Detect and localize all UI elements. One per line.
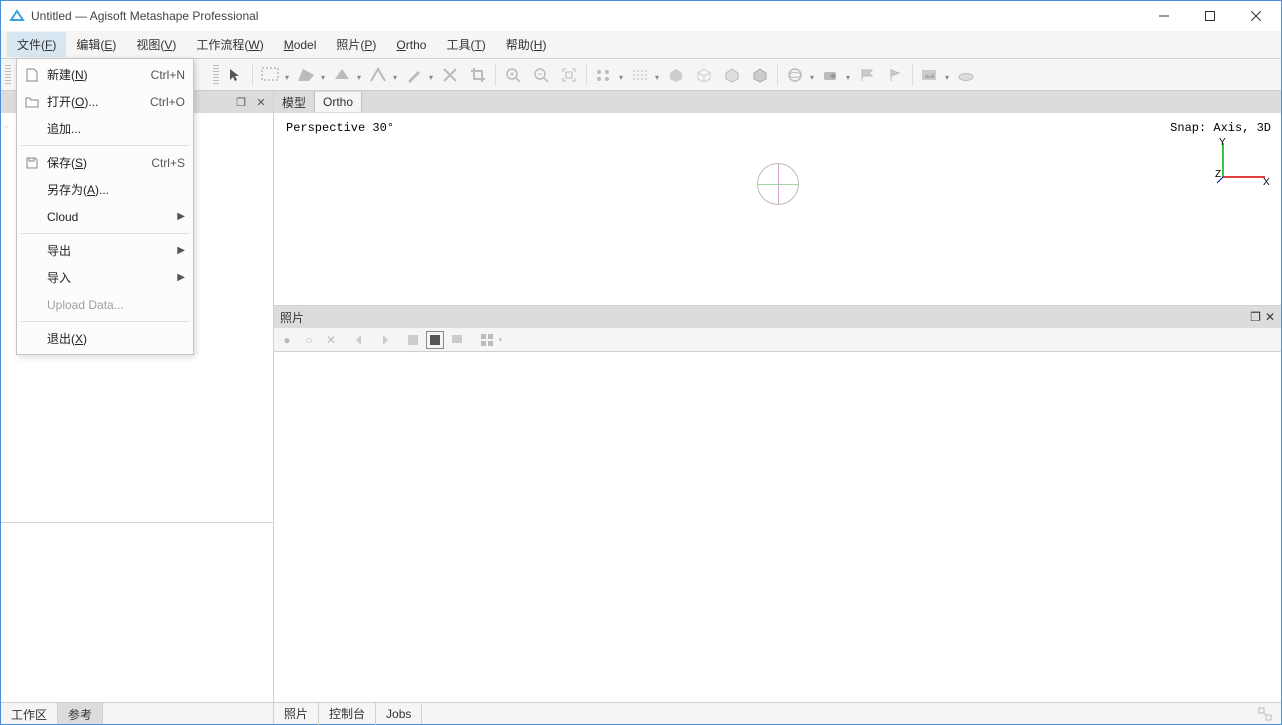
title-bar: Untitled — Agisoft Metashape Professiona…	[1, 1, 1281, 31]
status-tab-console[interactable]: 控制台	[319, 702, 376, 725]
menu-item-exit[interactable]: 退出(X)	[17, 325, 193, 352]
remove-button[interactable]: ✕	[322, 331, 340, 349]
view-solid-button[interactable]	[662, 61, 690, 89]
open-folder-icon	[23, 94, 41, 110]
window-title: Untitled — Agisoft Metashape Professiona…	[31, 9, 1141, 23]
ruler-tool-button[interactable]: ▾	[364, 61, 392, 89]
crop-button[interactable]	[464, 61, 492, 89]
show-mask-button[interactable]	[426, 331, 444, 349]
maximize-button[interactable]	[1187, 1, 1233, 31]
show-flag-button[interactable]	[881, 61, 909, 89]
menu-edit[interactable]: 编辑(E)	[66, 32, 126, 57]
menu-bar: 文件(F) 编辑(E) 视图(V) 工作流程(W) Model 照片(P) Or…	[1, 31, 1281, 59]
menu-ortho[interactable]: Ortho	[386, 34, 436, 56]
svg-text:Z: Z	[1215, 169, 1221, 180]
thumb-size-button[interactable]: ▾	[478, 331, 496, 349]
trackball-icon	[757, 163, 799, 205]
right-area: 模型 Ortho Perspective 30° Snap: Axis, 3D …	[274, 91, 1281, 702]
menu-tools[interactable]: 工具(T)	[436, 32, 495, 57]
minimize-button[interactable]	[1141, 1, 1187, 31]
window-controls	[1141, 1, 1279, 31]
mask-button[interactable]	[404, 331, 422, 349]
enable-button[interactable]: ●	[278, 331, 296, 349]
toolbar-grip[interactable]	[5, 65, 11, 85]
disable-button[interactable]: ○	[300, 331, 318, 349]
panel-close-button[interactable]: ✕	[253, 94, 269, 110]
show-globe-button[interactable]: ▾	[781, 61, 809, 89]
menu-item-saveas[interactable]: 另存为(A)...	[17, 176, 193, 203]
toolbar-grip[interactable]	[213, 65, 219, 85]
shape-tool-button[interactable]: ▾	[292, 61, 320, 89]
menu-item-upload: Upload Data...	[17, 291, 193, 318]
menu-item-new[interactable]: 新建(N) Ctrl+N	[17, 61, 193, 88]
menu-view[interactable]: 视图(V)	[126, 32, 186, 57]
snap-label: Snap: Axis, 3D	[1170, 121, 1271, 135]
panel-close-button[interactable]: ✕	[1265, 310, 1275, 324]
rotate-l-button[interactable]	[352, 331, 370, 349]
view-dense-button[interactable]: ▾	[626, 61, 654, 89]
select-rect-button[interactable]: ▾	[256, 61, 284, 89]
zoom-in-button[interactable]	[499, 61, 527, 89]
tab-ortho[interactable]: Ortho	[315, 92, 362, 112]
menu-item-append[interactable]: 追加...	[17, 115, 193, 142]
view-points-button[interactable]: ▾	[590, 61, 618, 89]
photos-panel-header: 照片 ❐ ✕	[274, 306, 1281, 328]
new-file-icon	[23, 67, 41, 83]
status-tab-jobs[interactable]: Jobs	[376, 704, 422, 724]
region-tool-button[interactable]: ▾	[328, 61, 356, 89]
show-cameras-button[interactable]: ▾	[817, 61, 845, 89]
photos-panel: 照片 ❐ ✕ ● ○ ✕ ▾	[274, 305, 1281, 702]
photos-title: 照片	[280, 309, 304, 326]
draw-tool-button[interactable]: ▾	[400, 61, 428, 89]
show-images-button[interactable]: ▾	[916, 61, 944, 89]
pointer-tool-button[interactable]	[221, 61, 249, 89]
menu-workflow[interactable]: 工作流程(W)	[186, 32, 273, 57]
zoom-out-button[interactable]	[527, 61, 555, 89]
photos-toolbar: ● ○ ✕ ▾	[274, 328, 1281, 352]
viewport-3d[interactable]: Perspective 30° Snap: Axis, 3D Y X Z	[274, 113, 1281, 305]
app-icon	[9, 8, 25, 24]
perspective-label: Perspective 30°	[286, 121, 394, 135]
status-tab-photos[interactable]: 照片	[274, 702, 319, 725]
menu-item-open[interactable]: 打开(O)... Ctrl+O	[17, 88, 193, 115]
fit-view-button[interactable]	[555, 61, 583, 89]
svg-text:X: X	[1263, 177, 1270, 185]
menu-help[interactable]: 帮助(H)	[496, 32, 557, 57]
panel-float-button[interactable]: ❐	[1250, 310, 1261, 324]
reset-mask-button[interactable]	[448, 331, 466, 349]
status-tab-workspace[interactable]: 工作区	[1, 703, 58, 724]
view-shaded-button[interactable]	[718, 61, 746, 89]
view-wire-button[interactable]	[690, 61, 718, 89]
axes-gizmo: Y X Z	[1215, 137, 1271, 185]
tab-model[interactable]: 模型	[274, 91, 315, 114]
show-markers-button[interactable]	[853, 61, 881, 89]
menu-item-save[interactable]: 保存(S) Ctrl+S	[17, 149, 193, 176]
menu-model[interactable]: Model	[274, 34, 327, 56]
save-icon	[23, 155, 41, 171]
left-bottom-area	[1, 522, 273, 702]
status-tab-reference[interactable]: 参考	[58, 703, 103, 724]
delete-sel-button[interactable]	[436, 61, 464, 89]
status-icon	[1257, 706, 1273, 722]
close-button[interactable]	[1233, 1, 1279, 31]
status-bar: 工作区 参考 照片 控制台 Jobs	[1, 702, 1281, 724]
view-textured-button[interactable]	[746, 61, 774, 89]
viewport-tabs: 模型 Ortho	[274, 91, 1281, 113]
svg-text:Y: Y	[1219, 137, 1226, 148]
show-grid-button[interactable]	[952, 61, 980, 89]
menu-photo[interactable]: 照片(P)	[326, 32, 386, 57]
photos-list[interactable]	[274, 352, 1281, 702]
menu-item-export[interactable]: 导出 ▶	[17, 237, 193, 264]
menu-file[interactable]: 文件(F)	[7, 32, 66, 57]
rotate-r-button[interactable]	[374, 331, 392, 349]
menu-item-import[interactable]: 导入 ▶	[17, 264, 193, 291]
menu-item-cloud[interactable]: Cloud ▶	[17, 203, 193, 230]
panel-float-button[interactable]: ❐	[233, 94, 249, 110]
file-menu-dropdown: 新建(N) Ctrl+N 打开(O)... Ctrl+O 追加... 保存(S)…	[16, 58, 194, 355]
